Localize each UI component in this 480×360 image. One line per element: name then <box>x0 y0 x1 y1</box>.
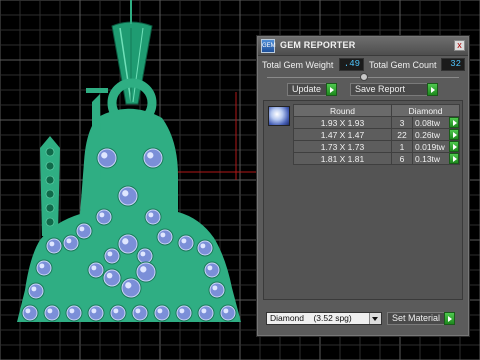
gem-weight: 0.08tw <box>415 117 441 128</box>
gem-list: Round Diamond 1.93 X 1.93 3 0.08tw 1.47 … <box>263 100 463 300</box>
round-diamond-gem <box>177 234 195 252</box>
gem-weight: 0.13tw <box>415 153 441 164</box>
round-diamond-gem <box>196 239 214 257</box>
material-select-value: Diamond (3.52 spg) <box>270 313 352 323</box>
round-diamond-gem <box>96 147 118 169</box>
gem-table: Round Diamond 1.93 X 1.93 3 0.08tw 1.47 … <box>293 104 460 165</box>
total-gem-count-value: 32 <box>441 58 465 71</box>
round-diamond-gem <box>175 304 193 322</box>
panel-title: GEM REPORTER <box>280 40 356 50</box>
round-diamond-gem <box>208 281 226 299</box>
spire-bead <box>45 175 55 185</box>
gem-count: 22 <box>391 128 413 141</box>
round-diamond-gem <box>43 304 61 322</box>
round-diamond-gem <box>21 304 39 322</box>
round-diamond-gem <box>27 282 45 300</box>
title-bar[interactable]: GEM GEM REPORTER x <box>258 37 468 56</box>
gem-weight: 0.019tw <box>415 141 445 152</box>
save-report-button-label: Save Report <box>355 84 406 94</box>
divider-knob[interactable] <box>360 73 368 81</box>
round-diamond-gem <box>117 233 139 255</box>
update-button[interactable]: Update <box>287 83 337 96</box>
update-go-icon <box>326 83 337 96</box>
gem-reporter-app-icon: GEM <box>261 39 276 53</box>
spire-bead <box>45 189 55 199</box>
spire-bead <box>45 217 55 227</box>
round-diamond-gem <box>103 247 121 265</box>
column-header-material: Diamond <box>391 104 460 117</box>
total-gem-count-label: Total Gem Count <box>369 60 437 70</box>
table-row[interactable]: 1.47 X 1.47 22 0.26tw <box>293 128 460 141</box>
round-diamond-gem <box>131 304 149 322</box>
round-diamond-gem <box>35 259 53 277</box>
round-diamond-gem <box>102 268 122 288</box>
select-row-arrow-icon[interactable] <box>449 129 459 140</box>
total-gem-weight-value: .49 <box>339 58 364 71</box>
save-report-button[interactable]: Save Report <box>350 83 438 96</box>
diamond-gem-icon <box>268 106 290 126</box>
round-diamond-gem <box>62 234 80 252</box>
round-diamond-gem <box>197 304 215 322</box>
round-diamond-gem <box>203 261 221 279</box>
gem-reporter-panel: GEM GEM REPORTER x Total Gem Weight .49 … <box>256 35 470 337</box>
set-material-go-icon <box>444 312 455 325</box>
round-diamond-gem <box>144 208 162 226</box>
spire-bead <box>45 147 55 157</box>
gem-size: 1.73 X 1.73 <box>293 140 392 153</box>
set-material-button-label: Set Material <box>392 313 441 323</box>
gem-size: 1.47 X 1.47 <box>293 128 392 141</box>
gem-weight: 0.26tw <box>415 129 441 140</box>
round-diamond-gem <box>156 228 174 246</box>
spire-bead <box>45 203 55 213</box>
column-header-shape: Round <box>293 104 392 117</box>
table-row[interactable]: 1.93 X 1.93 3 0.08tw <box>293 116 460 129</box>
chevron-down-icon <box>369 313 381 324</box>
set-material-button[interactable]: Set Material <box>387 312 455 325</box>
select-row-arrow-icon[interactable] <box>449 141 459 152</box>
round-diamond-gem <box>65 304 83 322</box>
round-diamond-gem <box>75 222 93 240</box>
gem-count: 6 <box>391 152 413 165</box>
gem-size: 1.93 X 1.93 <box>293 116 392 129</box>
gem-weight-cell: 0.13tw <box>412 152 460 165</box>
total-gem-weight-label: Total Gem Weight <box>262 60 334 70</box>
round-diamond-gem <box>87 261 105 279</box>
round-diamond-gem <box>45 237 63 255</box>
round-diamond-gem <box>109 304 127 322</box>
close-button[interactable]: x <box>454 40 465 51</box>
select-row-arrow-icon[interactable] <box>449 153 459 164</box>
round-diamond-gem <box>219 304 237 322</box>
round-diamond-gem <box>142 147 164 169</box>
save-report-go-icon <box>427 83 438 96</box>
update-button-label: Update <box>292 84 322 94</box>
table-row[interactable]: 1.81 X 1.81 6 0.13tw <box>293 152 460 165</box>
table-row[interactable]: 1.73 X 1.73 1 0.019tw <box>293 140 460 153</box>
gem-weight-cell: 0.019tw <box>412 140 460 153</box>
spire-bead <box>45 161 55 171</box>
gem-size: 1.81 X 1.81 <box>293 152 392 165</box>
round-diamond-gem <box>95 208 113 226</box>
round-diamond-gem <box>117 185 139 207</box>
round-diamond-gem <box>120 277 142 299</box>
gem-weight-cell: 0.08tw <box>412 116 460 129</box>
round-diamond-gem <box>153 304 171 322</box>
gem-weight-cell: 0.26tw <box>412 128 460 141</box>
gem-count: 1 <box>391 140 413 153</box>
round-diamond-gem <box>135 261 157 283</box>
select-row-arrow-icon[interactable] <box>449 117 459 128</box>
gem-count: 3 <box>391 116 413 129</box>
material-select[interactable]: Diamond (3.52 spg) <box>266 312 382 325</box>
round-diamond-gem <box>87 304 105 322</box>
